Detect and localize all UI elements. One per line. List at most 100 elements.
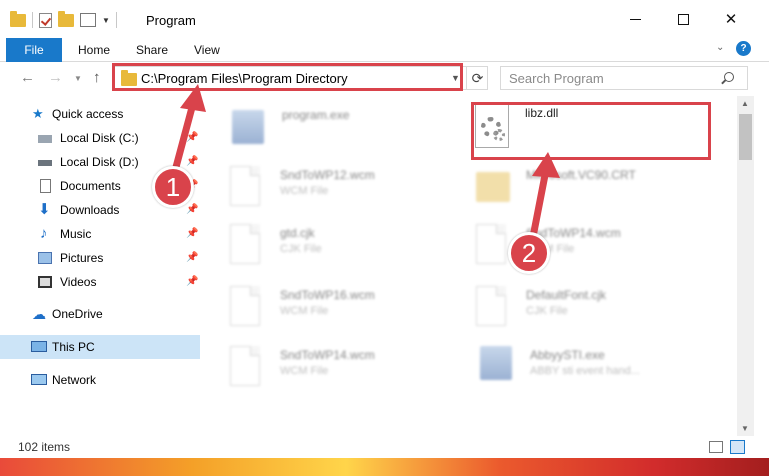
step-2-badge: 2 bbox=[508, 232, 550, 274]
cloud-icon: ☁ bbox=[32, 306, 46, 322]
sidebar-item-local-disk-c[interactable]: Local Disk (C:) 📌 bbox=[0, 126, 200, 150]
folder-icon bbox=[121, 70, 137, 86]
close-button[interactable]: ✕ bbox=[708, 0, 754, 38]
pin-icon[interactable]: 📌 bbox=[186, 126, 198, 150]
tab-home[interactable]: Home bbox=[78, 38, 110, 62]
file-type: WCM File bbox=[280, 305, 329, 317]
sidebar-item-label: Network bbox=[52, 373, 97, 387]
address-dropdown-icon[interactable]: ▼ bbox=[451, 73, 460, 83]
search-placeholder[interactable]: Search Program bbox=[509, 71, 604, 86]
desktop-background bbox=[0, 458, 769, 476]
tab-view[interactable]: View bbox=[194, 38, 220, 62]
tab-share[interactable]: Share bbox=[136, 38, 168, 62]
close-icon: ✕ bbox=[724, 11, 738, 28]
list-item[interactable]: Microsoft.VC90.CRT bbox=[476, 166, 716, 224]
search-box[interactable]: Search Program bbox=[500, 66, 748, 90]
sidebar-item-quick-access[interactable]: ★ Quick access bbox=[0, 102, 200, 126]
help-icon[interactable]: ? bbox=[736, 41, 751, 56]
scroll-thumb[interactable] bbox=[739, 114, 752, 160]
status-bar: 102 items bbox=[0, 436, 769, 458]
drive-icon bbox=[38, 160, 52, 166]
drive-icon bbox=[38, 135, 52, 143]
list-item[interactable]: AbbyySTI.exe ABBY sti event hand... bbox=[480, 346, 720, 404]
sidebar-item-label: Pictures bbox=[60, 251, 104, 265]
toolbar-divider bbox=[32, 12, 33, 28]
list-item[interactable]: SndToWP16.wcm WCM File bbox=[230, 286, 470, 344]
address-path[interactable]: C:\Program Files\Program Directory bbox=[141, 71, 348, 86]
document-icon bbox=[40, 179, 51, 193]
file-name: program.exe bbox=[282, 108, 350, 122]
sidebar-item-label: Music bbox=[60, 227, 92, 241]
file-explorer-window: ▼ Program ✕ File Home Share View ⌄ ? ← →… bbox=[0, 0, 769, 476]
sidebar-item-onedrive[interactable]: ☁ OneDrive bbox=[0, 302, 200, 326]
tab-file[interactable]: File bbox=[6, 38, 62, 62]
sidebar-item-network[interactable]: Network bbox=[0, 368, 200, 392]
customize-icon[interactable] bbox=[80, 13, 96, 27]
file-name: SndToWP16.wcm bbox=[280, 288, 375, 302]
sidebar-item-label: This PC bbox=[52, 340, 95, 354]
recent-locations-icon[interactable]: ▼ bbox=[74, 74, 82, 83]
sidebar-item-label: Downloads bbox=[60, 203, 120, 217]
maximize-icon bbox=[677, 13, 689, 25]
item-count: 102 items bbox=[18, 440, 71, 454]
scroll-up-icon[interactable]: ▲ bbox=[741, 99, 749, 108]
vertical-scrollbar[interactable]: ▲ ▼ bbox=[737, 96, 754, 436]
navigation-bar: ← → ▼ ↑ C:\Program Files\Program Directo… bbox=[0, 62, 769, 96]
file-name: AbbyySTI.exe bbox=[530, 348, 605, 362]
list-item[interactable]: SndToWP12.wcm WCM File bbox=[230, 166, 470, 224]
properties-check-icon[interactable] bbox=[39, 12, 52, 28]
file-type: WCM File bbox=[280, 185, 329, 197]
title-bar: ▼ Program ✕ bbox=[0, 0, 769, 38]
sidebar-item-videos[interactable]: Videos 📌 bbox=[0, 270, 200, 294]
list-item[interactable]: SndToWP14.wcm WCM File bbox=[230, 346, 470, 404]
toolbar-divider bbox=[115, 12, 117, 28]
new-folder-icon[interactable] bbox=[58, 10, 74, 27]
folder-icon[interactable] bbox=[10, 10, 26, 27]
window-title: Program bbox=[146, 13, 196, 28]
back-arrow-icon[interactable]: ← bbox=[20, 69, 35, 86]
folder-icon bbox=[476, 166, 510, 208]
sidebar-item-label: Local Disk (D:) bbox=[60, 155, 139, 169]
chevron-down-icon[interactable]: ▼ bbox=[102, 16, 110, 25]
forward-arrow-icon[interactable]: → bbox=[48, 69, 63, 86]
list-item[interactable]: DefaultFont.cjk CJK File bbox=[476, 286, 716, 344]
file-type: ABBY sti event hand... bbox=[530, 365, 640, 377]
details-view-icon[interactable] bbox=[709, 441, 723, 453]
music-note-icon: ♪ bbox=[40, 225, 48, 242]
sidebar-item-label: OneDrive bbox=[52, 307, 103, 321]
search-icon[interactable] bbox=[724, 72, 734, 82]
sidebar-item-this-pc[interactable]: This PC bbox=[0, 335, 200, 359]
pin-icon[interactable]: 📌 bbox=[186, 270, 198, 294]
file-name: SndToWP12.wcm bbox=[280, 168, 375, 182]
exe-file-icon bbox=[232, 106, 264, 148]
refresh-icon[interactable]: ⟳ bbox=[466, 67, 488, 89]
sidebar-item-music[interactable]: ♪ Music 📌 bbox=[0, 222, 200, 246]
list-item[interactable]: gtd.cjk CJK File bbox=[230, 224, 470, 282]
sidebar-item-pictures[interactable]: Pictures 📌 bbox=[0, 246, 200, 270]
up-arrow-icon[interactable]: ↑ bbox=[93, 69, 101, 86]
file-type: CJK File bbox=[280, 243, 322, 255]
pin-icon[interactable]: 📌 bbox=[186, 222, 198, 246]
document-icon bbox=[476, 224, 508, 266]
minimize-button[interactable] bbox=[612, 0, 658, 38]
maximize-button[interactable] bbox=[660, 0, 706, 38]
gear-icon bbox=[493, 129, 505, 141]
sidebar-item-label: Videos bbox=[60, 275, 97, 289]
scroll-down-icon[interactable]: ▼ bbox=[741, 424, 749, 433]
list-item-libz-dll[interactable]: libz.dll bbox=[475, 104, 715, 162]
document-icon bbox=[476, 286, 508, 328]
sidebar-item-label: Local Disk (C:) bbox=[60, 131, 139, 145]
list-item[interactable]: program.exe bbox=[232, 106, 472, 164]
network-icon bbox=[31, 374, 47, 385]
file-name: SndToWP14.wcm bbox=[280, 348, 375, 362]
expand-ribbon-icon[interactable]: ⌄ bbox=[716, 42, 724, 53]
pin-icon[interactable]: 📌 bbox=[186, 246, 198, 270]
navigation-pane: ★ Quick access Local Disk (C:) 📌 Local D… bbox=[0, 100, 200, 436]
large-icons-view-icon[interactable] bbox=[730, 440, 745, 454]
star-icon: ★ bbox=[32, 106, 44, 121]
pin-icon[interactable]: 📌 bbox=[186, 150, 198, 174]
exe-file-icon bbox=[480, 346, 512, 388]
address-bar[interactable]: C:\Program Files\Program Directory ▼ ⟳ bbox=[113, 66, 488, 90]
sidebar-item-label: Quick access bbox=[52, 107, 124, 121]
dll-file-icon bbox=[475, 104, 509, 148]
